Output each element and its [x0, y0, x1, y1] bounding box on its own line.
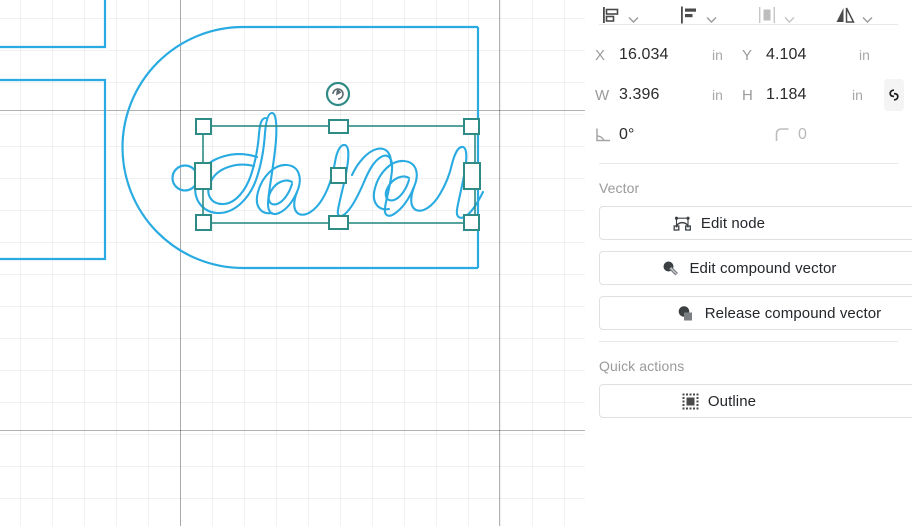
align-group-distribute [747, 0, 825, 24]
rectangle-partial-bottom[interactable] [0, 78, 107, 261]
w-field-group[interactable]: W 3.396 in [595, 75, 742, 115]
quick-actions-title: Quick actions [599, 358, 685, 374]
rectangle-partial-top[interactable] [0, 0, 107, 49]
transform-row-size: W 3.396 in H 1.184 in [585, 75, 912, 115]
canvas-vector-layer [0, 0, 485, 270]
flip-horizontal-icon[interactable] [833, 0, 857, 24]
handle-top-center [328, 119, 349, 134]
align-text-chevron-down-icon[interactable] [701, 0, 721, 24]
corner-radius-input[interactable]: 0 [796, 126, 891, 144]
edit-compound-vector-icon [661, 260, 680, 277]
align-group-flip [825, 0, 903, 24]
transform-row-position: X 16.034 in Y 4.104 in [585, 35, 912, 75]
app-root: X 16.034 in Y 4.104 in W 3.396 in H 1.18… [0, 0, 912, 526]
h-field-group[interactable]: H 1.184 in [742, 75, 882, 115]
align-left-icon[interactable] [599, 0, 623, 24]
h-unit: in [852, 87, 863, 103]
edit-node-button[interactable]: Edit node [599, 206, 912, 240]
angle-input[interactable]: 0° [617, 126, 712, 144]
handle-middle-center [330, 167, 347, 184]
distribute-horizontal-icon[interactable] [755, 0, 779, 24]
vector-section-title: Vector [599, 180, 640, 196]
design-canvas[interactable] [0, 0, 585, 526]
flip-chevron-down-icon[interactable] [857, 0, 877, 24]
y-field-group[interactable]: Y 4.104 in [742, 35, 889, 75]
quick-actions-section: Quick actions Outline [585, 342, 912, 418]
w-label: W [595, 86, 610, 104]
outline-icon [682, 393, 699, 410]
align-objects-chevron-down-icon[interactable] [623, 0, 643, 24]
y-label: Y [742, 46, 753, 64]
y-unit: in [859, 47, 870, 63]
edit-node-icon [673, 215, 692, 231]
align-toolbar [585, 0, 912, 24]
transform-section: X 16.034 in Y 4.104 in W 3.396 in H 1.18… [585, 25, 912, 163]
h-label: H [742, 86, 753, 104]
edit-compound-vector-button[interactable]: Edit compound vector [599, 251, 912, 285]
x-unit: in [712, 47, 723, 63]
hole-circle[interactable] [171, 164, 199, 192]
corner-radius-field-group[interactable]: 0 [742, 115, 912, 155]
rotate-handle[interactable] [325, 81, 351, 107]
x-label: X [595, 46, 606, 64]
outline-button[interactable]: Outline [599, 384, 912, 418]
x-field-group[interactable]: X 16.034 in [595, 35, 742, 75]
vector-section: Vector Edit node Edit compound vector Re… [585, 164, 912, 330]
link-chain-icon[interactable] [884, 79, 904, 111]
edit-compound-vector-label: Edit compound vector [689, 259, 837, 277]
handle-top-right [463, 118, 480, 135]
handle-bottom-center [328, 215, 349, 230]
properties-panel: X 16.034 in Y 4.104 in W 3.396 in H 1.18… [585, 0, 912, 526]
align-group-text [669, 0, 747, 24]
h-input[interactable]: 1.184 [764, 86, 852, 104]
y-input[interactable]: 4.104 [764, 46, 859, 64]
align-group-objects [591, 0, 669, 24]
handle-middle-left [194, 162, 212, 190]
keychain-tag-outline[interactable] [121, 25, 480, 270]
transform-row-angle: 0° 0 [585, 115, 912, 155]
handle-bottom-right [463, 214, 480, 231]
distribute-chevron-down-icon[interactable] [779, 0, 799, 24]
x-input[interactable]: 16.034 [617, 46, 712, 64]
align-text-left-icon[interactable] [677, 0, 701, 24]
release-compound-vector-button[interactable]: Release compound vector [599, 296, 912, 330]
w-unit: in [712, 87, 723, 103]
edit-node-label: Edit node [700, 214, 766, 232]
handle-bottom-left [195, 214, 212, 231]
w-input[interactable]: 3.396 [617, 86, 712, 104]
angle-icon [595, 127, 617, 143]
release-compound-vector-label: Release compound vector [704, 304, 882, 322]
corner-radius-icon [774, 127, 796, 143]
release-compound-vector-icon [677, 305, 696, 322]
handle-middle-right [463, 162, 481, 190]
handle-top-left [195, 118, 212, 135]
outline-label: Outline [707, 392, 757, 410]
angle-field-group[interactable]: 0° [595, 115, 742, 155]
